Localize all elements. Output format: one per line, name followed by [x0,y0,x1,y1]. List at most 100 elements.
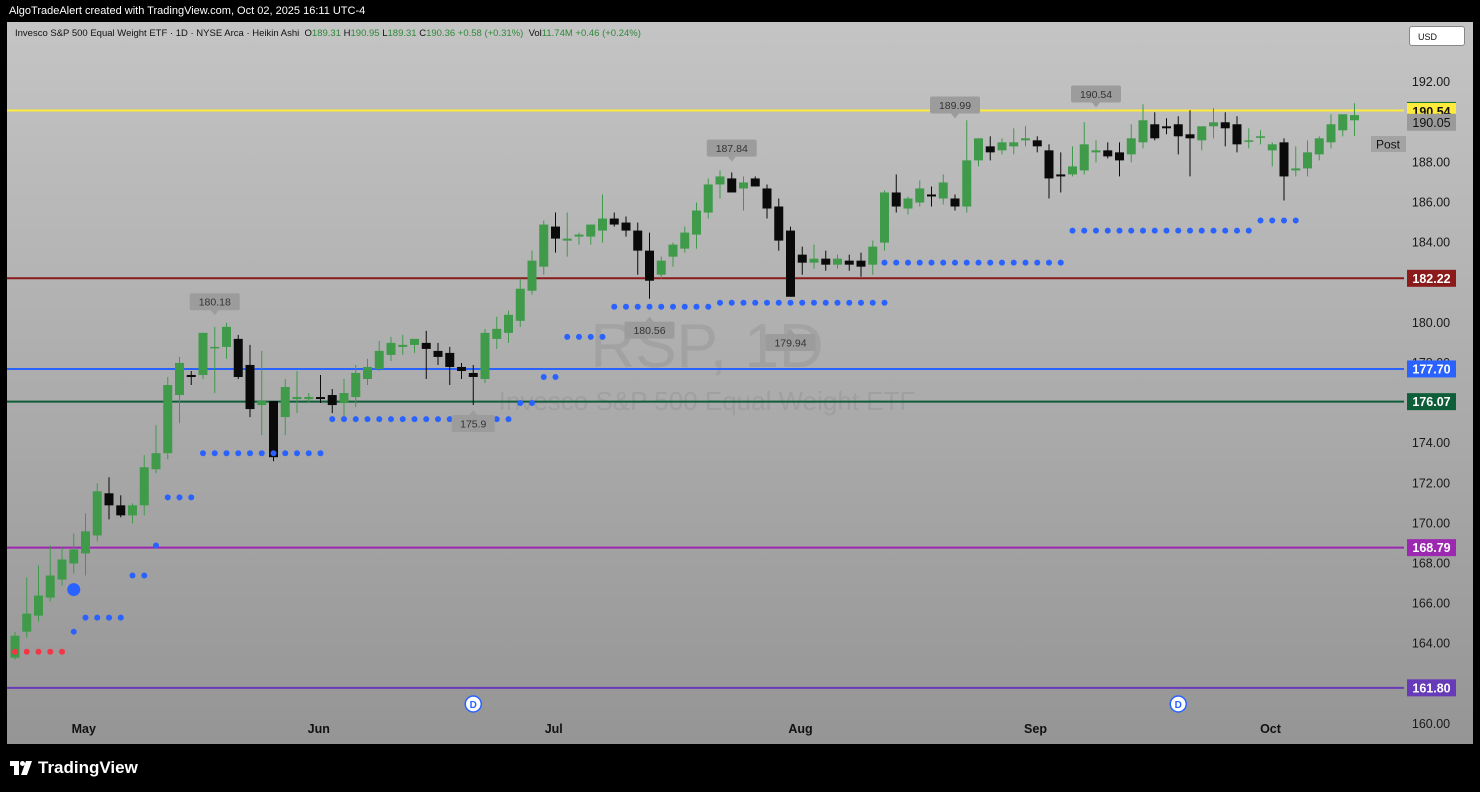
candle-body [233,338,243,377]
candle-body [57,559,67,580]
indicator-dot [822,299,829,306]
price-annotation-label: 175.9 [460,419,486,431]
indicator-dot [587,333,594,340]
indicator-dot [329,416,336,423]
candle-body [445,352,455,367]
indicator-dot [576,333,582,340]
candle-body [1115,152,1124,161]
x-axis-tick-label: May [72,722,96,736]
candle-body [175,362,184,396]
candle-body [327,395,337,406]
candle-body [821,258,831,265]
indicator-dot [82,614,89,621]
price-level-tag: 182.22 [1412,272,1450,286]
candle-body [22,613,32,632]
dividend-marker-label: D [1175,700,1182,711]
candle-body [1220,122,1230,129]
indicator-dot [1245,227,1252,234]
indicator-dot [564,333,571,340]
candle-body [562,238,572,241]
indicator-dot [634,303,641,310]
indicator-dot [1057,259,1064,266]
indicator-dot [834,299,841,306]
candle-body [633,230,643,251]
indicator-dot [35,648,42,655]
candle-body [927,194,936,197]
chart-area[interactable]: Invesco S&P 500 Equal Weight ETF · 1D · … [7,22,1473,744]
price-level-tag: 168.79 [1412,541,1450,555]
indicator-dot [517,400,524,407]
candle-body [116,505,126,516]
indicator-dot [117,614,124,621]
candle-body [257,401,267,406]
candle-body [856,260,866,267]
indicator-dot [928,259,935,266]
header-bar: AlgoTradeAlert created with TradingView.… [0,0,1480,22]
indicator-dot [423,416,430,423]
candle-body [1021,138,1030,141]
post-market-price-tag: 190.05 [1412,116,1450,130]
candle-body [433,350,443,357]
candle-body [727,178,737,193]
y-axis-tick-label: 160.00 [1412,717,1450,731]
indicator-dot [399,416,406,423]
indicator-dot [67,583,81,597]
candle-body [104,493,114,506]
indicator-dot [70,628,77,635]
candle-body [151,453,161,470]
candle-body [515,288,525,321]
indicator-dot [764,299,770,306]
indicator-dot [599,333,606,340]
candle-body [280,387,290,418]
candle-body [92,491,102,536]
price-annotation-pointer [210,310,219,316]
price-annotation-label: 180.56 [633,325,665,337]
candle-body [186,374,196,377]
candle-body [1079,144,1089,171]
candle-body [1338,114,1348,131]
indicator-dot [270,450,277,457]
indicator-dot [47,648,54,655]
candle-body [786,230,795,297]
tradingview-logo[interactable]: TradingView [10,758,138,778]
candle-body [34,595,43,616]
candle-body [1091,150,1101,153]
indicator-dot [411,416,418,423]
candle-body [1009,142,1019,147]
candle-body [245,364,255,410]
indicator-dot [963,259,970,266]
indicator-dot [1210,227,1217,234]
candle-body [1256,136,1265,138]
candle-body [574,234,584,237]
indicator-dot [388,416,394,423]
indicator-dot [258,450,265,457]
indicator-dot [787,299,794,306]
indicator-dot [211,450,218,457]
post-market-label: Post [1376,138,1401,152]
candle-body [586,224,596,237]
price-annotation-pointer [951,113,959,119]
candle-body [750,178,760,187]
y-axis-tick-label: 170.00 [1412,516,1450,530]
candle-body [504,314,513,333]
candle-body [809,258,819,263]
candle-body [891,192,901,207]
candle-body [703,184,713,213]
indicator-dot [294,450,300,457]
candle-body [163,385,173,454]
indicator-dot [129,572,136,579]
y-axis-tick-label: 166.00 [1412,597,1450,611]
indicator-dot [317,450,324,457]
indicator-dot [940,259,947,266]
candle-body [997,142,1007,151]
indicator-dot [1010,259,1017,266]
indicator-dot [858,299,864,306]
indicator-dot [364,416,371,423]
candle-body [1279,142,1289,177]
indicator-dot [141,572,148,579]
price-annotation-label: 187.84 [716,143,748,155]
price-annotation-label: 189.99 [939,100,971,112]
candle-body [1150,124,1160,139]
x-axis-tick-label: Oct [1260,722,1282,736]
indicator-dot [646,303,653,310]
